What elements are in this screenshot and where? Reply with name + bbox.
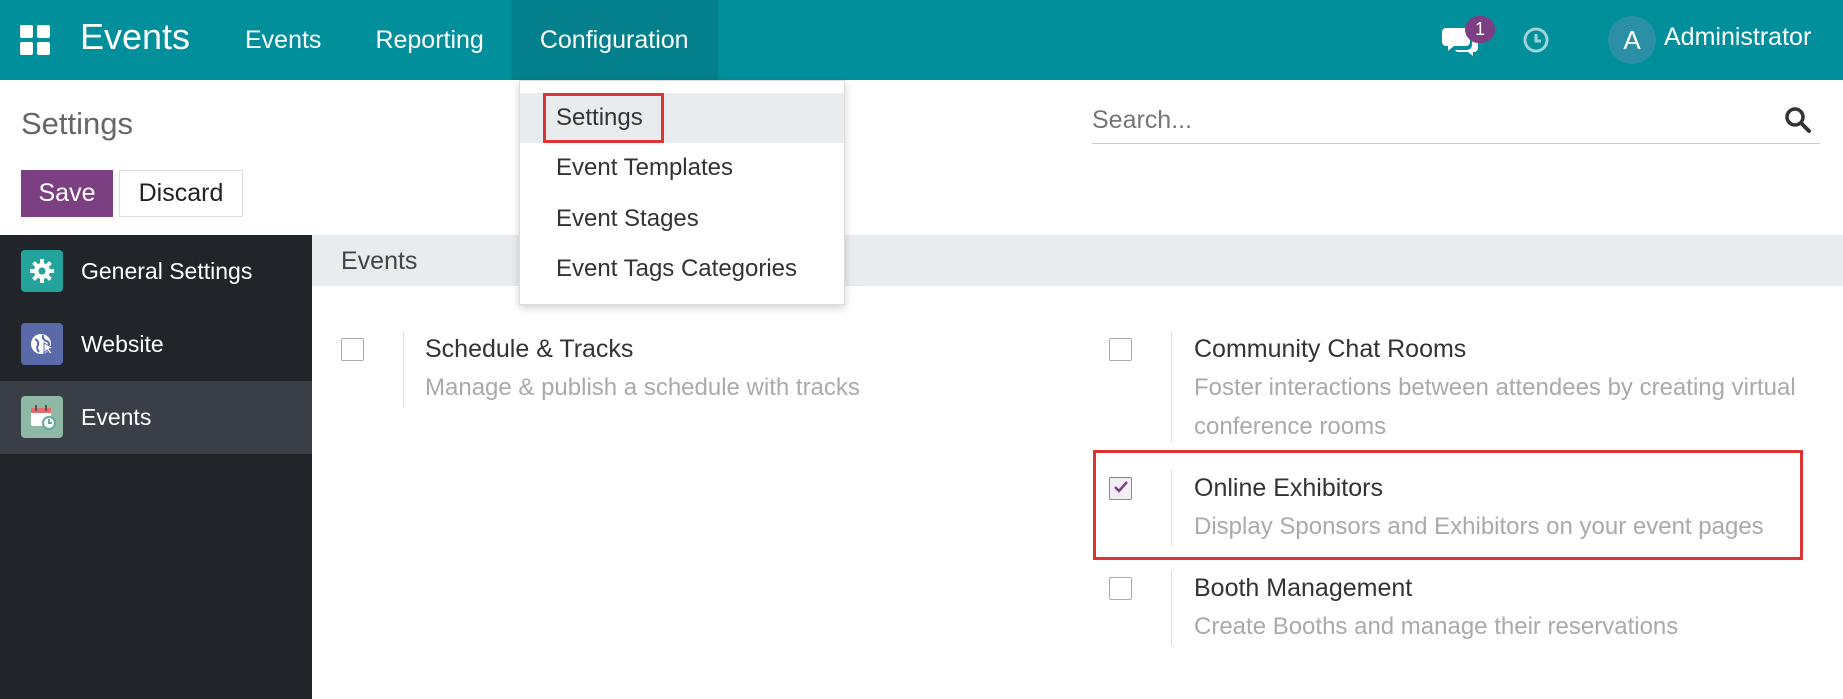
online-exhibitors-highlight — [1093, 450, 1803, 560]
search-input[interactable] — [1092, 106, 1772, 135]
divider — [1171, 332, 1172, 442]
search-bar — [1092, 98, 1820, 144]
setting-description: Foster interactions between attendees by… — [1194, 374, 1796, 440]
event-calendar-icon — [21, 396, 63, 438]
divider — [403, 332, 404, 407]
gear-icon — [21, 250, 63, 292]
dropdown-item-event-templates[interactable]: Event Templates — [520, 143, 844, 193]
configuration-dropdown: Settings Event Templates Event Stages Ev… — [519, 80, 845, 305]
top-navbar: Events Events Reporting Configuration 1 … — [0, 0, 1843, 80]
sidebar-item-label: Website — [81, 331, 164, 357]
setting-title: Booth Management — [1194, 574, 1413, 602]
menu-events[interactable]: Events — [218, 0, 348, 80]
divider — [1171, 570, 1172, 646]
discard-button[interactable]: Discard — [119, 170, 243, 217]
section-title: Events — [341, 247, 418, 275]
sidebar-item-website[interactable]: Website — [0, 308, 312, 381]
community-chat-rooms-checkbox[interactable] — [1109, 338, 1132, 361]
setting-description: Manage & publish a schedule with tracks — [425, 374, 860, 401]
page-title: Settings — [21, 106, 134, 141]
schedule-tracks-checkbox[interactable] — [341, 338, 364, 361]
setting-title: Schedule & Tracks — [425, 335, 634, 363]
menu-configuration[interactable]: Configuration — [510, 0, 718, 80]
dropdown-item-event-tags-categories[interactable]: Event Tags Categories — [520, 244, 844, 294]
settings-highlight — [543, 93, 664, 143]
sidebar-item-label: Events — [81, 404, 152, 430]
app-brand[interactable]: Events — [80, 16, 190, 58]
setting-title: Community Chat Rooms — [1194, 335, 1467, 363]
user-menu[interactable]: Administrator — [1664, 23, 1811, 52]
globe-icon — [21, 323, 63, 365]
save-button[interactable]: Save — [21, 170, 113, 217]
activity-clock-icon[interactable] — [1522, 26, 1550, 54]
settings-sidebar: General Settings Website Events — [0, 235, 312, 699]
booth-management-checkbox[interactable] — [1109, 577, 1132, 600]
sidebar-item-general-settings[interactable]: General Settings — [0, 235, 312, 308]
menu-reporting[interactable]: Reporting — [348, 0, 510, 80]
main-menu: Events Reporting Configuration — [218, 0, 718, 80]
dropdown-item-event-stages[interactable]: Event Stages — [520, 194, 844, 244]
setting-description: Create Booths and manage their reservati… — [1194, 613, 1679, 640]
apps-grid-icon[interactable] — [20, 25, 50, 55]
user-avatar[interactable]: A — [1608, 16, 1656, 64]
sidebar-item-events[interactable]: Events — [0, 381, 312, 454]
sidebar-item-label: General Settings — [81, 258, 253, 284]
chat-count-badge: 1 — [1465, 16, 1495, 43]
search-icon[interactable] — [1784, 106, 1812, 134]
